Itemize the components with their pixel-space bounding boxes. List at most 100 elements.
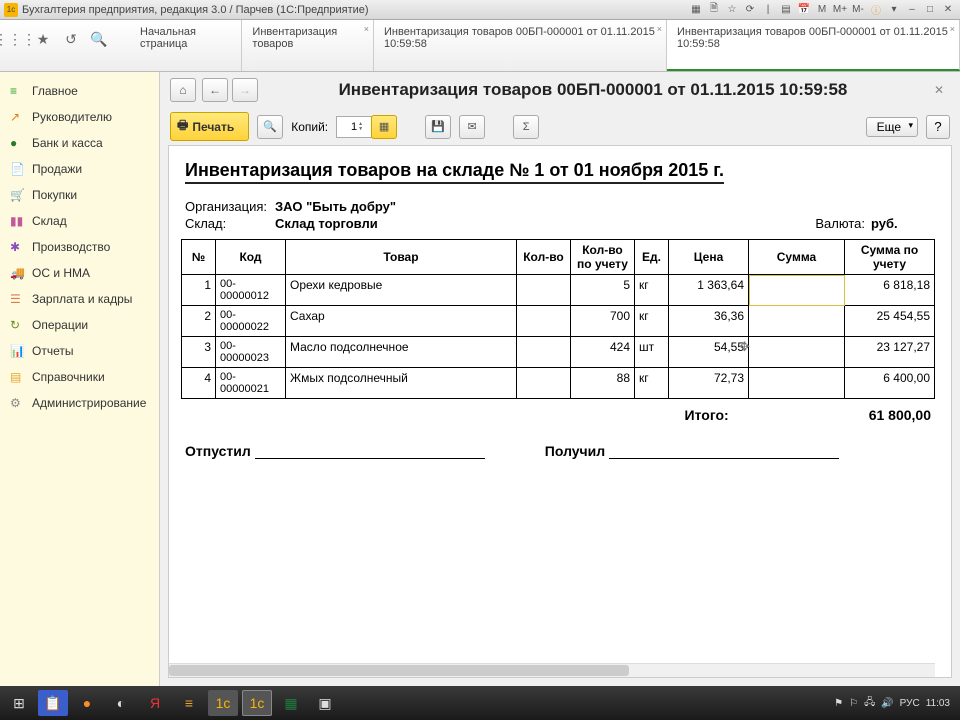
tab-Инвентаризац[interactable]: Инвентаризация товаров 00БП-000001 от 01… bbox=[374, 20, 667, 71]
table-row[interactable]: 200-00000022Сахар 700кг36,36 25 454,55 bbox=[182, 306, 935, 337]
task-1c-b[interactable]: 1c bbox=[242, 690, 272, 716]
tray-volume-icon[interactable]: 🔊 bbox=[881, 698, 893, 709]
cell-sum_acc[interactable]: 6 400,00 bbox=[845, 368, 935, 399]
cell-unit[interactable]: кг bbox=[635, 275, 669, 306]
sidebar-item-warehouse[interactable]: ▮▮Склад bbox=[0, 208, 159, 234]
tray-action-icon[interactable]: ⚐ bbox=[849, 698, 858, 709]
save-button[interactable]: 💾 bbox=[425, 115, 451, 139]
tray-clock[interactable]: 11:03 bbox=[926, 698, 950, 709]
close-button[interactable]: ✕ bbox=[940, 3, 956, 17]
cell-sum_acc[interactable]: 25 454,55 bbox=[845, 306, 935, 337]
cell-code[interactable]: 00-00000022 bbox=[216, 306, 286, 337]
table-row[interactable]: 400-00000021Жмых подсолнечный 88кг72,73 6 … bbox=[182, 368, 935, 399]
tb-info-icon[interactable]: ⓘ bbox=[868, 3, 884, 17]
cell-price[interactable]: 72,73 bbox=[669, 368, 749, 399]
cell-sum[interactable] bbox=[749, 337, 845, 368]
copies-input[interactable] bbox=[336, 116, 372, 138]
preview-button[interactable]: 🔍 bbox=[257, 115, 283, 139]
cell-qty[interactable] bbox=[517, 306, 571, 337]
document-area[interactable]: Инвентаризация товаров на складе № 1 от … bbox=[168, 145, 952, 678]
table-row[interactable]: 100-00000012Орехи кедровые5кг1 363,646 8… bbox=[182, 275, 935, 306]
tb-m-btn[interactable]: M bbox=[814, 3, 830, 17]
tb-grid-icon[interactable]: ▦ bbox=[688, 3, 704, 17]
cell-qty[interactable] bbox=[517, 368, 571, 399]
cell-n[interactable]: 3 bbox=[182, 337, 216, 368]
start-button[interactable]: ⊞ bbox=[4, 690, 34, 716]
task-chrome[interactable]: ◐ bbox=[106, 690, 136, 716]
task-app-1[interactable]: 📋 bbox=[38, 690, 68, 716]
close-content-button[interactable]: ✕ bbox=[928, 83, 950, 97]
cell-sum_acc[interactable]: 6 818,18 bbox=[845, 275, 935, 306]
task-firefox[interactable]: ● bbox=[72, 690, 102, 716]
search-icon[interactable]: 🔍 bbox=[90, 30, 108, 48]
cell-unit[interactable]: кг bbox=[635, 306, 669, 337]
cell-price[interactable]: 36,36 bbox=[669, 306, 749, 337]
tray-flag-icon[interactable]: ⚑ bbox=[834, 698, 843, 709]
more-button[interactable]: Еще bbox=[866, 117, 918, 137]
cell-qty[interactable] bbox=[517, 337, 571, 368]
minimize-button[interactable]: – bbox=[904, 3, 920, 17]
tab-Начальная ст[interactable]: Начальная страница bbox=[130, 20, 242, 71]
cell-sum[interactable] bbox=[749, 275, 845, 306]
tb-doc-icon[interactable]: 🗎 bbox=[706, 3, 722, 17]
task-excel[interactable]: ▦ bbox=[276, 690, 306, 716]
cell-qty_acc[interactable]: 424 bbox=[571, 337, 635, 368]
sidebar-item-production[interactable]: ✱Производство bbox=[0, 234, 159, 260]
sidebar-item-main[interactable]: ≡Главное bbox=[0, 78, 159, 104]
cell-sum_acc[interactable]: 23 127,27 bbox=[845, 337, 935, 368]
tab-close-icon[interactable]: × bbox=[364, 24, 369, 34]
cell-qty_acc[interactable]: 88 bbox=[571, 368, 635, 399]
mail-button[interactable]: ✉ bbox=[459, 115, 485, 139]
cell-code[interactable]: 00-00000021 bbox=[216, 368, 286, 399]
maximize-button[interactable]: □ bbox=[922, 3, 938, 17]
tb-calc-icon[interactable]: ▤ bbox=[778, 3, 794, 17]
cell-code[interactable]: 00-00000023 bbox=[216, 337, 286, 368]
sidebar-item-fixed[interactable]: 🚚ОС и НМА bbox=[0, 260, 159, 286]
tb-cal-icon[interactable]: 📅 bbox=[796, 3, 812, 17]
tray-network-icon[interactable]: 🖧 bbox=[864, 695, 875, 712]
cell-qty_acc[interactable]: 5 bbox=[571, 275, 635, 306]
cell-n[interactable]: 4 bbox=[182, 368, 216, 399]
cell-qty_acc[interactable]: 700 bbox=[571, 306, 635, 337]
sidebar-item-bank[interactable]: ●Банк и касса bbox=[0, 130, 159, 156]
sum-button[interactable]: Σ bbox=[513, 115, 539, 139]
star-icon[interactable]: ★ bbox=[34, 30, 52, 48]
tray-lang[interactable]: РУС bbox=[900, 698, 920, 709]
tb-mplus-btn[interactable]: M+ bbox=[832, 3, 848, 17]
tb-refresh-icon[interactable]: ⟳ bbox=[742, 3, 758, 17]
sidebar-item-sales[interactable]: 📄Продажи bbox=[0, 156, 159, 182]
back-button[interactable]: ← bbox=[202, 78, 228, 102]
cell-price[interactable]: 1 363,64 bbox=[669, 275, 749, 306]
table-row[interactable]: 300-00000023Масло подсолнечное 424шт54,55… bbox=[182, 337, 935, 368]
cell-qty[interactable] bbox=[517, 275, 571, 306]
cell-unit[interactable]: кг bbox=[635, 368, 669, 399]
cell-unit[interactable]: шт bbox=[635, 337, 669, 368]
cell-name[interactable]: Масло подсолнечное bbox=[286, 337, 517, 368]
scrollbar-thumb[interactable] bbox=[169, 665, 629, 676]
sidebar-item-salary[interactable]: ☰Зарплата и кадры bbox=[0, 286, 159, 312]
grid-toggle-button[interactable]: ▦ bbox=[371, 115, 397, 139]
sidebar-item-admin[interactable]: ⚙Администрирование bbox=[0, 390, 159, 416]
help-button[interactable]: ? bbox=[926, 115, 950, 139]
cell-name[interactable]: Сахар bbox=[286, 306, 517, 337]
sidebar-item-operations[interactable]: ↻Операции bbox=[0, 312, 159, 338]
apps-icon[interactable]: ⋮⋮⋮ bbox=[6, 30, 24, 48]
tb-dropdown-icon[interactable]: ▾ bbox=[886, 3, 902, 17]
forward-button[interactable]: → bbox=[232, 78, 258, 102]
tab-close-icon[interactable]: × bbox=[950, 24, 955, 34]
cell-n[interactable]: 2 bbox=[182, 306, 216, 337]
copies-spinner[interactable]: ▲▼ bbox=[358, 122, 363, 132]
tb-star-icon[interactable]: ☆ bbox=[724, 3, 740, 17]
sidebar-item-purchases[interactable]: 🛒Покупки bbox=[0, 182, 159, 208]
cell-sum[interactable] bbox=[749, 368, 845, 399]
cell-name[interactable]: Орехи кедровые bbox=[286, 275, 517, 306]
print-button[interactable]: 🖶 Печать bbox=[170, 112, 249, 141]
cell-n[interactable]: 1 bbox=[182, 275, 216, 306]
tab-Инвентаризац[interactable]: Инвентаризация товаров 00БП-000001 от 01… bbox=[667, 20, 960, 71]
history-icon[interactable]: ↺ bbox=[62, 30, 80, 48]
tab-close-icon[interactable]: × bbox=[657, 24, 662, 34]
task-yandex[interactable]: Я bbox=[140, 690, 170, 716]
task-burger[interactable]: ≡ bbox=[174, 690, 204, 716]
cell-name[interactable]: Жмых подсолнечный bbox=[286, 368, 517, 399]
cell-price[interactable]: 54,55 bbox=[669, 337, 749, 368]
